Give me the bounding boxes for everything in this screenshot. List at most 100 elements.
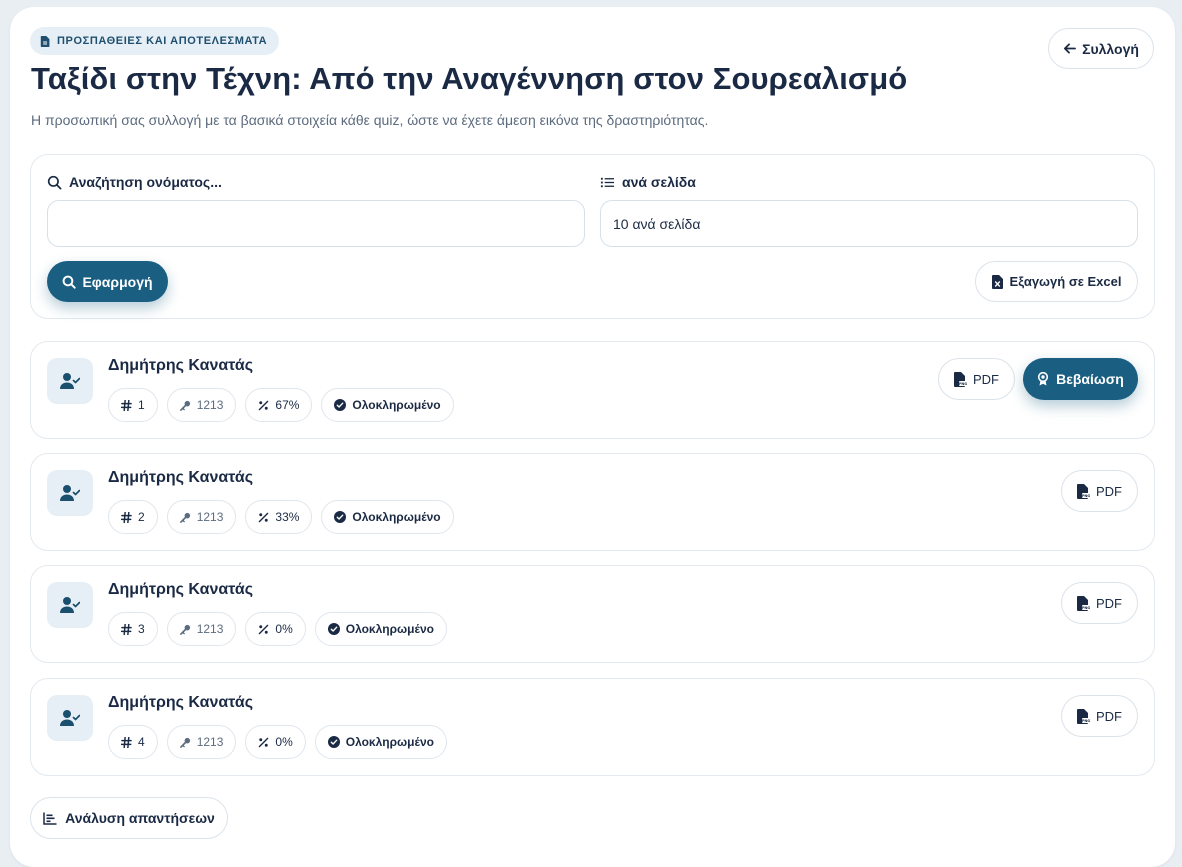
score-value: 0%: [275, 622, 293, 636]
attempt-number: 2: [138, 510, 145, 524]
pdf-button[interactable]: PNG PDF: [1061, 695, 1138, 737]
per-page-label-text: ανά σελίδα: [622, 174, 696, 190]
participant-name: Δημήτρης Κανατάς: [108, 469, 254, 486]
score-value: 67%: [275, 398, 300, 412]
status-label: Ολοκληρωμένο: [345, 735, 434, 749]
certificate-button-label: Βεβαίωση: [1056, 371, 1124, 387]
status-badge: Ολοκληρωμένο: [314, 612, 447, 646]
pdf-button-label: PDF: [973, 371, 999, 387]
access-code-chip: 1213: [166, 388, 237, 422]
key-icon: [179, 624, 190, 635]
access-code: 1213: [196, 622, 224, 636]
attempt-chips: 2 1213 33% Ολοκληρωμένο: [108, 500, 454, 534]
percent-icon: [259, 400, 269, 410]
attempt-number: 1: [138, 398, 145, 412]
attempt-row: Δημήτρης Κανατάς 4 1213 0% Ολοκληρωμένο …: [30, 678, 1155, 776]
page-title: Ταξίδι στην Τέχνη: Από την Αναγέννηση στ…: [31, 61, 908, 96]
svg-text:PNG: PNG: [1082, 494, 1090, 498]
participant-name: Δημήτρης Κανατάς: [108, 357, 254, 374]
attempt-chips: 4 1213 0% Ολοκληρωμένο: [108, 725, 447, 759]
apply-button-label: Εφαρμογή: [82, 273, 153, 290]
attempt-chips: 3 1213 0% Ολοκληρωμένο: [108, 612, 447, 646]
pdf-button-label: PDF: [1096, 595, 1122, 611]
section-badge: ΠΡΟΣΠΑΘΕΙΕΣ ΚΑΙ ΑΠΟΤΕΛΕΣΜΑΤΑ: [30, 27, 280, 55]
avatar: [47, 582, 93, 628]
percent-icon: [259, 624, 269, 634]
attempt-chips: 1 1213 67% Ολοκληρωμένο: [108, 388, 454, 422]
user-check-icon: [60, 597, 80, 613]
certificate-button[interactable]: Βεβαίωση: [1023, 358, 1138, 400]
page-subtitle: Η προσωπική σας συλλογή με τα βασικά στο…: [31, 112, 709, 128]
list-icon: [600, 177, 615, 187]
user-check-icon: [60, 373, 80, 389]
participant-name: Δημήτρης Κανατάς: [108, 581, 254, 598]
status-badge: Ολοκληρωμένο: [321, 388, 454, 422]
access-code: 1213: [196, 510, 224, 524]
per-page-select[interactable]: 10 ανά σελίδα: [600, 200, 1138, 247]
answer-analysis-label: Ανάλυση απαντήσεων: [65, 810, 215, 826]
attempt-number: 3: [138, 622, 145, 636]
file-excel-icon: [991, 274, 1003, 289]
check-circle-icon: [334, 399, 347, 411]
hash-icon: [121, 623, 132, 635]
export-excel-button[interactable]: Εξαγωγή σε Excel: [975, 261, 1138, 302]
attempt-row: Δημήτρης Κανατάς 3 1213 0% Ολοκληρωμένο …: [30, 565, 1155, 663]
check-circle-icon: [327, 623, 340, 635]
filters-panel: Αναζήτηση ονόματος... ανά σελίδα 10 ανά …: [30, 154, 1155, 319]
per-page-label: ανά σελίδα: [600, 174, 696, 190]
check-circle-icon: [327, 736, 340, 748]
attempt-number: 4: [138, 735, 145, 749]
percent-icon: [259, 512, 269, 522]
apply-button[interactable]: Εφαρμογή: [47, 261, 168, 302]
file-pdf-icon: PNG: [954, 371, 967, 387]
score-chip: 0%: [245, 725, 306, 759]
status-badge: Ολοκληρωμένο: [321, 500, 454, 534]
pdf-button-label: PDF: [1096, 708, 1122, 724]
search-icon: [47, 175, 62, 189]
search-label: Αναζήτηση ονόματος...: [47, 174, 222, 190]
avatar: [47, 358, 93, 404]
file-pdf-icon: PNG: [1077, 483, 1090, 499]
access-code: 1213: [196, 735, 224, 749]
search-label-text: Αναζήτηση ονόματος...: [69, 174, 222, 190]
access-code-chip: 1213: [166, 725, 237, 759]
back-button-label: Συλλογή: [1082, 40, 1139, 57]
check-circle-icon: [334, 511, 347, 523]
access-code-chip: 1213: [166, 612, 237, 646]
status-label: Ολοκληρωμένο: [352, 398, 441, 412]
svg-text:PNG: PNG: [1082, 606, 1090, 610]
avatar: [47, 470, 93, 516]
attempt-number-chip: 3: [108, 612, 158, 646]
back-to-collection-button[interactable]: Συλλογή: [1048, 28, 1154, 69]
svg-text:PNG: PNG: [959, 382, 967, 386]
score-chip: 67%: [245, 388, 313, 422]
percent-icon: [259, 737, 269, 747]
attempt-row: Δημήτρης Κανατάς 2 1213 33% Ολοκληρωμένο…: [30, 453, 1155, 551]
hash-icon: [121, 511, 132, 523]
section-badge-label: ΠΡΟΣΠΑΘΕΙΕΣ ΚΑΙ ΑΠΟΤΕΛΕΣΜΑΤΑ: [57, 35, 268, 47]
hash-icon: [121, 736, 132, 748]
avatar: [47, 695, 93, 741]
hash-icon: [121, 399, 132, 411]
main-card: ΠΡΟΣΠΑΘΕΙΕΣ ΚΑΙ ΑΠΟΤΕΛΕΣΜΑΤΑ Συλλογή Ταξ…: [10, 7, 1175, 867]
file-pdf-icon: PNG: [1077, 595, 1090, 611]
pdf-button[interactable]: PNG PDF: [1061, 470, 1138, 512]
attempt-row: Δημήτρης Κανατάς 1 1213 67% Ολοκληρωμένο…: [30, 341, 1155, 439]
key-icon: [179, 737, 190, 748]
file-icon: [40, 35, 50, 47]
attempt-number-chip: 4: [108, 725, 158, 759]
score-chip: 33%: [245, 500, 313, 534]
status-badge: Ολοκληρωμένο: [314, 725, 447, 759]
score-value: 33%: [275, 510, 300, 524]
pdf-button[interactable]: PNG PDF: [1061, 582, 1138, 624]
user-check-icon: [60, 485, 80, 501]
key-icon: [179, 400, 190, 411]
access-code: 1213: [196, 398, 224, 412]
answer-analysis-button[interactable]: Ανάλυση απαντήσεων: [30, 797, 228, 839]
chart-bar-icon: [43, 812, 57, 825]
attempt-number-chip: 1: [108, 388, 158, 422]
attempt-number-chip: 2: [108, 500, 158, 534]
pdf-button[interactable]: PNG PDF: [938, 358, 1015, 400]
search-input[interactable]: [47, 200, 585, 247]
award-icon: [1038, 372, 1049, 386]
